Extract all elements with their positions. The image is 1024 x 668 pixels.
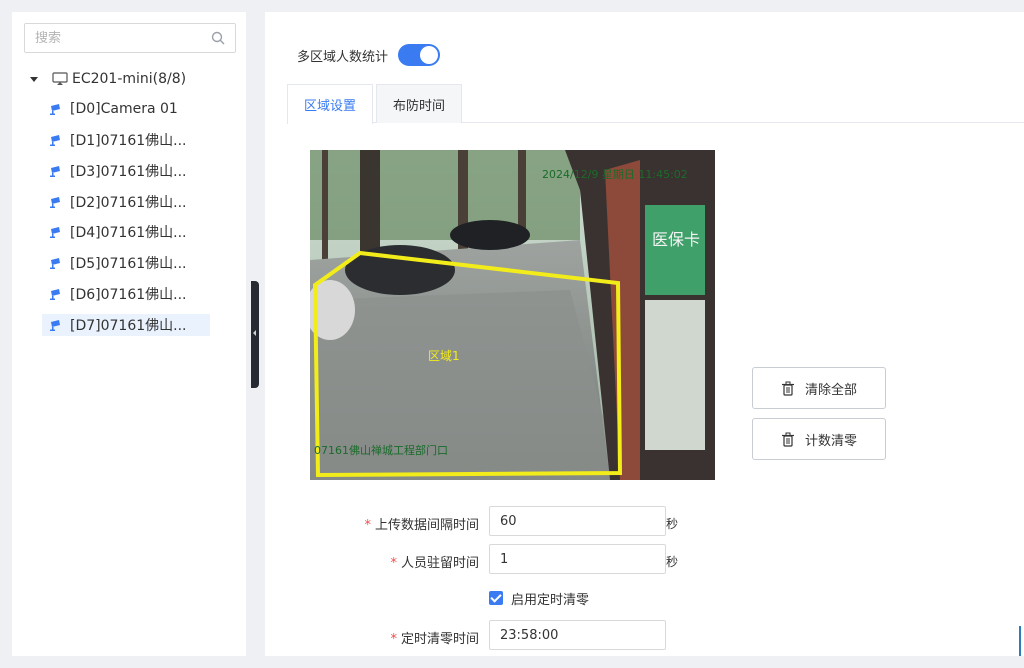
tree-item-label: [D3]07161佛山... [70, 164, 187, 180]
camera-icon [50, 227, 60, 238]
region-label: 区域1 [428, 349, 460, 363]
camera-icon [50, 197, 60, 208]
main-panel: 多区域人数统计 区域设置 布防时间 2024/12/9 星期日 11:45:02… [265, 12, 1024, 656]
upload-interval-input[interactable] [489, 506, 666, 536]
reset-count-label: 计数清零 [804, 433, 857, 449]
toggle-label: 多区域人数统计 [297, 49, 389, 65]
search-input[interactable] [25, 24, 205, 52]
switch-knob [420, 46, 439, 64]
chevron-left-icon [253, 330, 256, 336]
camera-icon [50, 135, 60, 146]
monitor-icon [52, 72, 68, 85]
timed-reset-label: 启用定时清零 [511, 592, 590, 608]
upload-interval-label: * 上传数据间隔时间 [364, 518, 479, 533]
search-box[interactable] [24, 23, 236, 53]
timed-reset-checkbox[interactable] [489, 591, 503, 605]
tree-item-camera[interactable]: [D2]07161佛山... [42, 191, 210, 213]
reset-time-label: * 定时清零时间 [390, 632, 479, 647]
clear-all-button[interactable]: 清除全部 [752, 367, 886, 409]
caret-down-icon[interactable] [30, 76, 38, 82]
tree-item-label: [D0]Camera 01 [70, 101, 178, 117]
tree-root-nvr[interactable]: EC201-mini(8/8) [30, 68, 186, 90]
tab-bar: 区域设置 布防时间 [287, 84, 1024, 124]
collapse-sidebar-handle[interactable] [251, 281, 259, 388]
tab-arming-schedule[interactable]: 布防时间 [376, 84, 462, 123]
camera-icon [50, 320, 60, 331]
tree-item-camera[interactable]: [D7]07161佛山... [42, 314, 210, 336]
scrollbar-fragment[interactable] [1019, 626, 1021, 656]
dwell-time-label: * 人员驻留时间 [390, 556, 479, 571]
camera-frame-image: 2024/12/9 星期日 11:45:02 医保卡 区域1 07161佛山禅城… [310, 150, 715, 480]
dwell-time-unit: 秒 [666, 555, 679, 569]
tree-item-camera[interactable]: [D1]07161佛山... [42, 129, 210, 151]
tree-item-camera[interactable]: [D0]Camera 01 [42, 98, 210, 120]
tree-item-label: [D6]07161佛山... [70, 287, 187, 303]
camera-preview[interactable]: 2024/12/9 星期日 11:45:02 医保卡 区域1 07161佛山禅城… [310, 150, 715, 480]
dwell-time-input[interactable] [489, 544, 666, 574]
video-timestamp: 2024/12/9 星期日 11:45:02 [542, 168, 688, 181]
tree-item-camera[interactable]: [D3]07161佛山... [42, 160, 210, 182]
trash-icon [781, 381, 794, 396]
timed-reset-checkbox-row[interactable]: 启用定时清零 [489, 589, 590, 608]
shop-sign-text: 医保卡 [652, 230, 700, 249]
tree-item-label: [D7]07161佛山... [70, 318, 187, 334]
tree-item-label: [D5]07161佛山... [70, 256, 187, 272]
search-icon[interactable] [211, 31, 225, 45]
tree-root-label: EC201-mini(8/8) [72, 71, 187, 87]
device-tree-panel: EC201-mini(8/8) [D0]Camera 01 [D1]07161佛山… [12, 12, 246, 656]
camera-icon [50, 289, 60, 300]
camera-icon [50, 166, 60, 177]
multi-region-toggle-row: 多区域人数统计 [297, 44, 441, 66]
tab-region-settings[interactable]: 区域设置 [287, 84, 373, 124]
multi-region-switch[interactable] [398, 44, 441, 66]
camera-icon [50, 104, 60, 115]
camera-icon [50, 258, 60, 269]
tree-item-label: [D1]07161佛山... [70, 133, 187, 149]
video-osd-name: 07161佛山禅城工程部门口 [314, 443, 448, 457]
tree-item-camera[interactable]: [D5]07161佛山... [42, 252, 210, 274]
trash-icon [781, 432, 794, 447]
reset-count-button[interactable]: 计数清零 [752, 418, 886, 460]
clear-all-label: 清除全部 [804, 382, 857, 398]
tree-item-camera[interactable]: [D6]07161佛山... [42, 283, 210, 305]
tree-item-label: [D4]07161佛山... [70, 225, 187, 241]
tree-item-camera[interactable]: [D4]07161佛山... [42, 221, 210, 243]
tree-item-label: [D2]07161佛山... [70, 195, 187, 211]
reset-time-input[interactable] [489, 620, 666, 650]
upload-interval-unit: 秒 [666, 517, 679, 531]
